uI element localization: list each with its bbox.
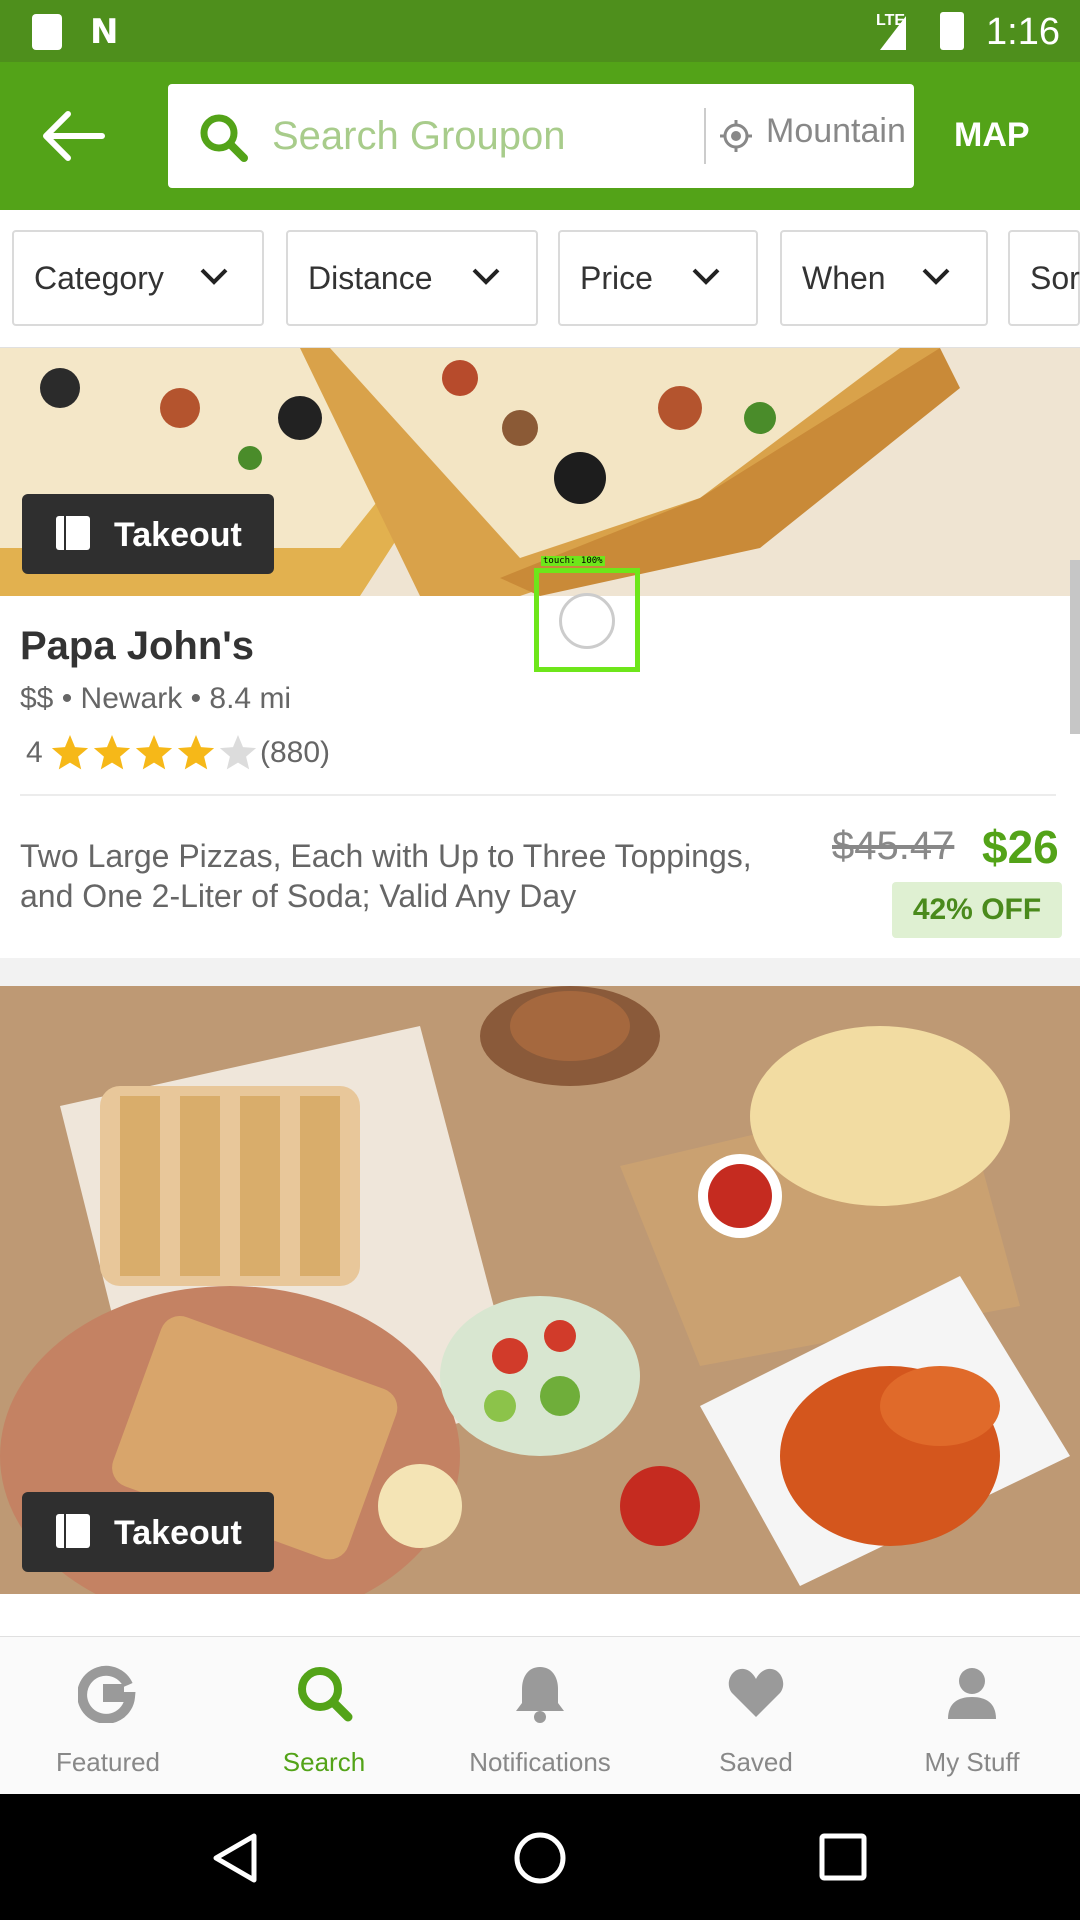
sd-card-icon	[32, 14, 62, 50]
bell-icon	[516, 1667, 564, 1723]
filter-category[interactable]: Category	[12, 230, 264, 326]
filter-price[interactable]: Price	[558, 230, 758, 326]
search-input[interactable]	[272, 106, 702, 166]
nav-label: Featured	[55, 1747, 161, 1777]
search-icon	[298, 1667, 353, 1722]
search-icon	[200, 114, 248, 162]
nav-featured[interactable]: Featured	[0, 1637, 216, 1795]
badge-label: Takeout	[114, 516, 242, 554]
takeout-badge: Takeout	[22, 1492, 274, 1572]
rating-count: (880)	[260, 736, 331, 769]
signal-icon	[880, 16, 906, 50]
deal-image[interactable]: Takeout	[0, 348, 1080, 596]
filter-label: Sort	[1030, 260, 1080, 296]
filter-bar: Category Distance Price When Sort	[0, 210, 1080, 348]
star-filled-icon	[135, 735, 173, 770]
search-divider	[704, 108, 706, 164]
home-circle-icon[interactable]	[512, 1830, 568, 1886]
nav-label: Notifications	[469, 1747, 611, 1777]
status-bar: N LTE 1:16	[0, 0, 1080, 62]
deal-meta: $$ • Newark • 8.4 mi	[20, 682, 292, 715]
clock: 1:16	[986, 11, 1060, 53]
filter-label: Price	[580, 260, 653, 296]
star-filled-icon	[51, 735, 89, 770]
nav-saved[interactable]: Saved	[648, 1637, 864, 1795]
touch-point	[559, 593, 615, 649]
n-notification-icon: N	[90, 12, 119, 52]
bottom-nav: Featured Search Notifications Saved My S…	[0, 1636, 1080, 1794]
battery-icon	[940, 12, 964, 50]
deal-image[interactable]: Takeout	[0, 986, 1080, 1594]
chevron-down-icon	[922, 268, 950, 285]
chevron-down-icon	[200, 268, 228, 285]
groupon-g-icon	[78, 1665, 136, 1723]
chevron-down-icon	[692, 268, 720, 285]
badge-label: Takeout	[114, 1514, 242, 1552]
back-arrow-icon	[43, 111, 105, 161]
deal-merchant-name: Papa John's	[20, 624, 255, 668]
takeout-badge: Takeout	[22, 494, 274, 574]
filter-label: Category	[34, 260, 164, 296]
scrollbar[interactable]	[1070, 560, 1080, 734]
deal-card[interactable]: Takeout	[0, 986, 1080, 1636]
person-icon	[948, 1668, 996, 1719]
takeout-bag-icon	[56, 1514, 90, 1548]
original-price: $45.47	[832, 824, 955, 868]
discount-badge: 42% OFF	[892, 882, 1062, 938]
rating-value: 4	[26, 736, 43, 769]
filter-when[interactable]: When	[780, 230, 988, 326]
nav-search[interactable]: Search	[216, 1637, 432, 1795]
location-field[interactable]: Mountain	[766, 112, 906, 151]
search-box[interactable]: Mountain	[168, 84, 914, 188]
touch-indicator: touch: 100%	[534, 556, 640, 672]
touch-label: touch: 100%	[541, 556, 605, 566]
nav-label: My Stuff	[924, 1747, 1020, 1777]
back-triangle-icon[interactable]	[210, 1832, 260, 1884]
divider	[20, 794, 1056, 796]
nav-notifications[interactable]: Notifications	[432, 1637, 648, 1795]
recents-square-icon[interactable]	[818, 1832, 868, 1882]
filter-distance[interactable]: Distance	[286, 230, 538, 326]
takeout-bag-icon	[56, 516, 90, 550]
nav-label: Saved	[719, 1747, 793, 1777]
star-empty-icon	[219, 735, 257, 770]
star-rating-icon	[51, 735, 257, 770]
back-button[interactable]	[40, 108, 110, 164]
chevron-down-icon	[472, 268, 500, 285]
toolbar: Mountain MAP	[0, 62, 1080, 210]
filter-label: When	[802, 260, 886, 296]
deal-description: Two Large Pizzas, Each with Up to Three …	[20, 838, 752, 914]
system-nav-bar	[0, 1794, 1080, 1920]
nav-my-stuff[interactable]: My Stuff	[864, 1637, 1080, 1795]
heart-icon	[728, 1668, 784, 1717]
star-filled-icon	[177, 735, 215, 770]
filter-label: Distance	[308, 260, 433, 296]
location-target-icon[interactable]	[720, 120, 752, 152]
nav-label: Search	[282, 1747, 366, 1777]
filter-sort[interactable]: Sort	[1008, 230, 1080, 326]
deal-price: $26	[982, 821, 1059, 873]
map-button[interactable]: MAP	[954, 116, 1030, 155]
star-filled-icon	[93, 735, 131, 770]
